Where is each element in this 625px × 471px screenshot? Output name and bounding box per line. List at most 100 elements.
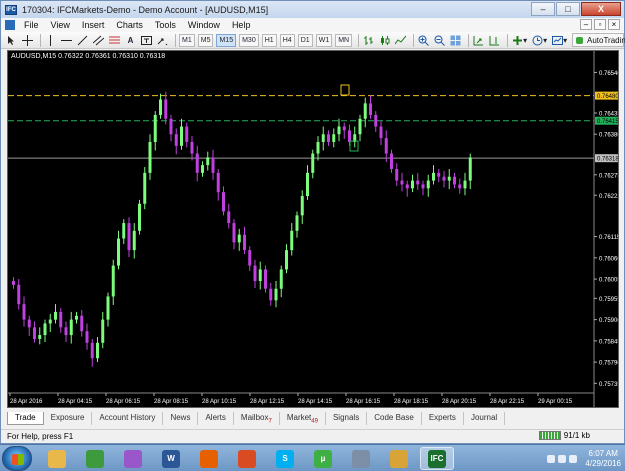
tab-market[interactable]: Market49 bbox=[280, 412, 326, 425]
channel-button[interactable] bbox=[92, 34, 105, 47]
mdi-restore-button[interactable]: ▫ bbox=[594, 19, 606, 30]
zoom-out-button[interactable] bbox=[433, 34, 446, 47]
bear-candle bbox=[453, 176, 456, 185]
menu-tools[interactable]: Tools bbox=[149, 20, 182, 30]
price-tick-label: 0.75900 bbox=[599, 318, 619, 324]
timeframe-d1[interactable]: D1 bbox=[297, 33, 313, 47]
chart-window-icon[interactable] bbox=[5, 20, 15, 30]
text-label-button[interactable] bbox=[140, 34, 153, 47]
close-button[interactable]: X bbox=[581, 2, 621, 16]
autotrading-button[interactable]: AutoTrading bbox=[572, 33, 625, 47]
crosshair-tool-button[interactable] bbox=[21, 34, 34, 47]
bar-chart-button[interactable] bbox=[362, 34, 375, 47]
taskbar-app-button[interactable]: S bbox=[268, 447, 302, 470]
bull-candle bbox=[132, 230, 136, 251]
cursor-tool-button[interactable] bbox=[5, 34, 18, 47]
timeframe-m5[interactable]: M5 bbox=[197, 33, 214, 47]
taskbar-app-button[interactable] bbox=[78, 447, 112, 470]
volume-icon[interactable] bbox=[569, 454, 578, 463]
candlestick-button[interactable] bbox=[378, 34, 391, 47]
timeframe-m30[interactable]: M30 bbox=[239, 33, 259, 47]
tab-label: Trade bbox=[15, 413, 36, 422]
connection-status[interactable]: 91/1 kb bbox=[538, 431, 590, 440]
bear-candle bbox=[85, 331, 89, 343]
entry-marker bbox=[349, 140, 359, 152]
horizontal-line-button[interactable] bbox=[60, 34, 73, 47]
bear-candle bbox=[216, 172, 220, 193]
menu-charts[interactable]: Charts bbox=[110, 20, 149, 30]
taskbar-app-button[interactable] bbox=[116, 447, 150, 470]
trendline-button[interactable] bbox=[76, 34, 89, 47]
tile-windows-button[interactable] bbox=[449, 34, 462, 47]
timeframe-mn[interactable]: MN bbox=[335, 33, 353, 47]
tile-windows-icon bbox=[450, 35, 461, 45]
tab-signals[interactable]: Signals bbox=[326, 412, 368, 425]
bear-candle bbox=[185, 126, 189, 142]
vertical-line-button[interactable] bbox=[44, 34, 57, 47]
timeframe-h4[interactable]: H4 bbox=[279, 33, 295, 47]
tab-journal[interactable]: Journal bbox=[464, 412, 506, 425]
zoom-in-button[interactable] bbox=[417, 34, 430, 47]
connection-traffic: 91/1 kb bbox=[563, 431, 590, 440]
fibonacci-button[interactable] bbox=[108, 34, 121, 47]
templates-button[interactable]: ▾ bbox=[551, 34, 568, 47]
taskbar-app-button[interactable] bbox=[344, 447, 378, 470]
taskbar-app-button[interactable]: W bbox=[154, 447, 188, 470]
taskbar-app-button[interactable] bbox=[192, 447, 226, 470]
tab-trade[interactable]: Trade bbox=[7, 412, 44, 425]
zoom-in-icon bbox=[418, 35, 429, 46]
minimize-button[interactable]: – bbox=[531, 2, 555, 16]
arrows-button[interactable] bbox=[156, 34, 169, 47]
menu-file[interactable]: File bbox=[18, 20, 45, 30]
bear-candle bbox=[59, 311, 63, 328]
toolbar-separator bbox=[413, 33, 415, 47]
text-tool-button[interactable]: A bbox=[124, 34, 137, 47]
taskbar-app-button[interactable] bbox=[230, 447, 264, 470]
line-chart-button[interactable] bbox=[394, 34, 407, 47]
bull-candle bbox=[295, 215, 299, 231]
windows-taskbar: W Sμ IFC 6:07 AM 4/29/2016 bbox=[0, 444, 625, 471]
timeframe-h1[interactable]: H1 bbox=[261, 33, 277, 47]
bear-candle bbox=[33, 327, 36, 339]
taskbar-app-button[interactable] bbox=[382, 447, 416, 470]
tab-label: Journal bbox=[470, 413, 498, 422]
chart-shift-button[interactable] bbox=[488, 34, 501, 47]
maximize-button[interactable]: □ bbox=[556, 2, 580, 16]
tab-news[interactable]: News bbox=[163, 412, 199, 425]
utorrent-icon: μ bbox=[314, 449, 332, 468]
time-tick-label: 28 Apr 14:15 bbox=[298, 399, 333, 405]
start-button[interactable] bbox=[2, 446, 32, 471]
menu-insert[interactable]: Insert bbox=[76, 20, 111, 30]
timeframe-w1[interactable]: W1 bbox=[315, 33, 333, 47]
periodicity-button[interactable]: ▾ bbox=[531, 34, 548, 47]
menu-window[interactable]: Window bbox=[182, 20, 226, 30]
autoscroll-button[interactable] bbox=[472, 34, 485, 47]
clock[interactable]: 6:07 AM 4/29/2016 bbox=[585, 449, 621, 469]
tab-alerts[interactable]: Alerts bbox=[198, 412, 234, 425]
flag-icon[interactable] bbox=[547, 454, 556, 463]
bull-candle bbox=[153, 114, 157, 142]
menu-help[interactable]: Help bbox=[226, 20, 257, 30]
chart-shift-icon bbox=[489, 35, 500, 45]
tab-account-history[interactable]: Account History bbox=[92, 412, 164, 425]
bear-candle bbox=[348, 130, 351, 142]
timeframe-m15[interactable]: M15 bbox=[216, 33, 237, 47]
network-icon[interactable] bbox=[558, 454, 567, 463]
taskbar-app-button[interactable]: IFC bbox=[420, 447, 454, 470]
price-tick-label: 0.76380 bbox=[599, 133, 619, 139]
tab-label: Code Base bbox=[374, 413, 414, 422]
tab-experts[interactable]: Experts bbox=[422, 412, 464, 425]
taskbar-app-button[interactable]: μ bbox=[306, 447, 340, 470]
mdi-minimize-button[interactable]: – bbox=[580, 19, 592, 30]
timeframe-m1[interactable]: M1 bbox=[179, 33, 195, 47]
bull-candle bbox=[54, 311, 57, 320]
tab-code-base[interactable]: Code Base bbox=[367, 412, 422, 425]
tab-mailbox[interactable]: Mailbox7 bbox=[234, 412, 280, 425]
tab-exposure[interactable]: Exposure bbox=[44, 412, 93, 425]
mdi-close-button[interactable]: × bbox=[608, 19, 620, 30]
time-tick-label: 29 Apr 00:15 bbox=[538, 399, 573, 405]
indicators-button[interactable]: ▾ bbox=[511, 34, 528, 47]
menu-view[interactable]: View bbox=[45, 20, 76, 30]
taskbar-app-button[interactable] bbox=[40, 447, 74, 470]
price-chart[interactable]: 0.76540 0.76435 0.76380 0.76275 0.76222 0.761… bbox=[7, 50, 619, 408]
